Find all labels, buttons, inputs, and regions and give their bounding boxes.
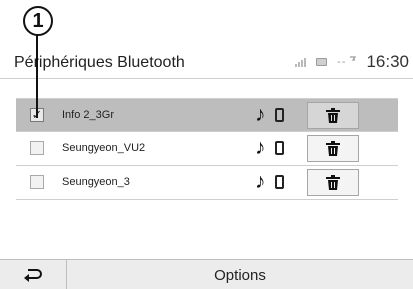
trash-icon [326, 141, 340, 156]
music-icon: ♪ [255, 170, 266, 193]
device-checkbox[interactable] [30, 175, 44, 189]
delete-button[interactable] [307, 169, 359, 196]
device-name: Seungyeon_3 [62, 176, 130, 188]
back-arrow-icon [24, 269, 42, 282]
clock: 16:30 [366, 52, 409, 71]
device-row[interactable]: ✓ Info 2_3Gr ♪ [16, 98, 398, 132]
device-name: Info 2_3Gr [62, 109, 114, 121]
music-icon: ♪ [255, 103, 266, 126]
phone-icon [275, 175, 284, 189]
bluetooth-devices-screen: 1 Périphériques Bluetooth -- 16:30 ✓ Inf… [0, 0, 413, 289]
device-checkbox[interactable] [30, 141, 44, 155]
header-bar: Périphériques Bluetooth -- 16:30 [0, 44, 413, 79]
network-status: -- [337, 56, 357, 68]
page-title: Périphériques Bluetooth [14, 54, 185, 71]
options-button[interactable]: Options [67, 260, 413, 289]
device-list: ✓ Info 2_3Gr ♪ Seungyeon_VU2 ♪ [16, 98, 398, 200]
trash-icon [326, 108, 340, 123]
device-row[interactable]: Seungyeon_VU2 ♪ [16, 132, 398, 166]
back-button[interactable] [0, 260, 67, 289]
delete-button[interactable] [307, 102, 359, 129]
signal-bolt-icon [350, 56, 357, 61]
signal-strength-icon [295, 57, 307, 67]
delete-button[interactable] [307, 135, 359, 162]
phone-icon [275, 141, 284, 155]
network-status-text: -- [337, 56, 347, 68]
music-icon: ♪ [255, 136, 266, 159]
bottom-bar: Options [0, 259, 413, 289]
trash-icon [326, 175, 340, 190]
device-name: Seungyeon_VU2 [62, 142, 146, 154]
battery-icon [316, 58, 328, 66]
status-area: -- 16:30 [295, 52, 409, 72]
callout-marker: 1 [23, 6, 53, 36]
device-row[interactable]: Seungyeon_3 ♪ [16, 166, 398, 200]
callout-leader-line [36, 34, 38, 118]
phone-icon [275, 108, 284, 122]
callout-number: 1 [32, 9, 44, 32]
